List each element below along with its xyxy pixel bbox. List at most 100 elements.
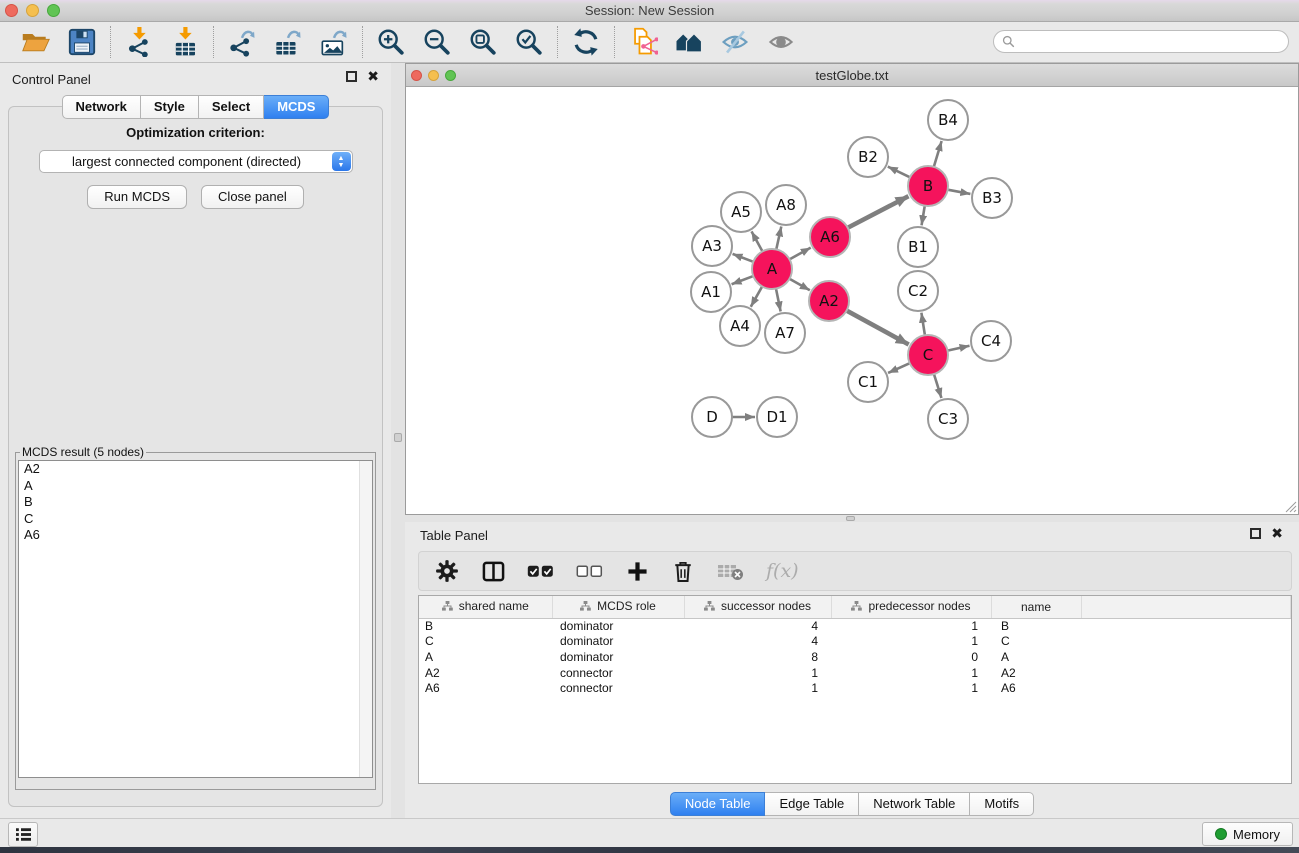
table-row[interactable]: A2connector11A2 — [419, 665, 1291, 681]
home-button[interactable] — [671, 25, 707, 59]
tab-style[interactable]: Style — [141, 95, 199, 119]
save-session-button[interactable] — [64, 25, 100, 59]
edge-A-A2[interactable] — [789, 279, 809, 290]
search-field[interactable] — [993, 30, 1289, 53]
open-session-button[interactable] — [18, 25, 54, 59]
tab-select[interactable]: Select — [199, 95, 264, 119]
result-item[interactable]: A6 — [19, 527, 372, 544]
result-item[interactable]: B — [19, 494, 372, 511]
column-header-filler — [1081, 596, 1291, 618]
memory-button[interactable]: Memory — [1202, 822, 1293, 846]
horizontal-splitter[interactable] — [405, 515, 1299, 522]
list-icon — [15, 827, 32, 842]
titlebar: Session: New Session — [0, 0, 1299, 22]
column-header-name[interactable]: name — [991, 596, 1081, 618]
delete-button[interactable] — [671, 557, 695, 585]
edge-A-A4[interactable] — [751, 286, 762, 306]
columns-icon — [482, 560, 505, 583]
refresh-button[interactable] — [568, 25, 604, 59]
edge-C-C1[interactable] — [888, 363, 910, 373]
home-icon — [674, 27, 704, 57]
resize-grip-icon[interactable] — [1283, 499, 1297, 513]
columns-button[interactable] — [481, 557, 505, 585]
edge-B-B1[interactable] — [922, 206, 925, 226]
hide-panels-button[interactable] — [717, 25, 753, 59]
status-bar: Memory — [0, 818, 1299, 847]
tab-node-table[interactable]: Node Table — [670, 792, 766, 816]
edge-C-C2[interactable] — [921, 313, 925, 336]
result-scrollbar[interactable] — [359, 461, 372, 777]
edge-A2-C[interactable] — [847, 311, 909, 345]
clone-network-button[interactable] — [625, 25, 661, 59]
edge-A-A7[interactable] — [776, 289, 781, 312]
table-row[interactable]: Adominator80A — [419, 649, 1291, 665]
add-button[interactable] — [625, 557, 649, 585]
vertical-splitter[interactable] — [391, 63, 405, 818]
zoom-fit-button[interactable] — [465, 25, 501, 59]
edge-A-A1[interactable] — [732, 276, 754, 284]
tab-edge-table[interactable]: Edge Table — [765, 792, 859, 816]
edge-B-B2[interactable] — [888, 167, 910, 178]
edge-A-A6[interactable] — [790, 248, 811, 260]
edge-B-B4[interactable] — [934, 141, 942, 167]
import-table-button[interactable] — [167, 25, 203, 59]
close-panel-icon[interactable]: ✖ — [367, 71, 379, 82]
column-header-predecessor-nodes[interactable]: predecessor nodes — [831, 596, 991, 618]
result-item[interactable]: C — [19, 511, 372, 528]
edge-A-A3[interactable] — [733, 254, 754, 262]
add-icon — [627, 561, 648, 582]
column-header-successor-nodes[interactable]: successor nodes — [684, 596, 831, 618]
table-float-icon[interactable] — [1250, 528, 1261, 539]
settings-button[interactable] — [435, 557, 459, 585]
zoom-selected-button[interactable] — [511, 25, 547, 59]
criterion-dropdown[interactable]: largest connected component (directed) ▲… — [39, 150, 353, 173]
edge-A-A8[interactable] — [776, 226, 781, 249]
result-item[interactable]: A2 — [19, 461, 372, 478]
node-label-B: B — [923, 177, 933, 195]
node-label-C4: C4 — [981, 332, 1001, 350]
edge-C-C3[interactable] — [934, 374, 941, 398]
zoom-out-button[interactable] — [419, 25, 455, 59]
table-header-row[interactable]: shared nameMCDS rolesuccessor nodesprede… — [419, 596, 1291, 618]
export-table-button[interactable] — [270, 25, 306, 59]
horizontal-splitter-handle[interactable] — [846, 516, 855, 521]
column-header-MCDS-role[interactable]: MCDS role — [552, 596, 684, 618]
run-mcds-button[interactable]: Run MCDS — [87, 185, 187, 209]
select-all-button[interactable] — [527, 557, 554, 585]
close-panel-button[interactable]: Close panel — [201, 185, 304, 209]
function-builder-label: f(x) — [766, 560, 799, 582]
edge-C-C4[interactable] — [948, 346, 970, 351]
tab-mcds[interactable]: MCDS — [264, 95, 329, 119]
save-session-icon — [67, 27, 97, 57]
task-history-button[interactable] — [8, 822, 38, 847]
vertical-splitter-handle[interactable] — [394, 433, 402, 442]
table-row[interactable]: Cdominator41C — [419, 634, 1291, 650]
edge-A6-B[interactable] — [848, 196, 909, 228]
session-title: Session: New Session — [0, 3, 1299, 18]
deselect-all-button[interactable] — [576, 557, 603, 585]
export-network-button[interactable] — [224, 25, 260, 59]
zoom-in-button[interactable] — [373, 25, 409, 59]
table-close-icon[interactable]: ✖ — [1271, 528, 1283, 539]
network-canvas[interactable]: AA1A2A3A4A5A6A7A8BB1B2B3B4CC1C2C3C4DD1 — [406, 87, 1298, 514]
tab-network-table[interactable]: Network Table — [859, 792, 970, 816]
node-table: shared nameMCDS rolesuccessor nodesprede… — [418, 595, 1292, 784]
search-input[interactable] — [1015, 31, 1288, 52]
edge-A-A5[interactable] — [752, 231, 763, 251]
column-header-shared-name[interactable]: shared name — [419, 596, 552, 618]
show-panels-button[interactable] — [763, 25, 799, 59]
export-image-button[interactable] — [316, 25, 352, 59]
network-window-titlebar[interactable]: testGlobe.txt — [406, 64, 1298, 87]
float-panel-icon[interactable] — [346, 71, 357, 82]
node-label-A8: A8 — [776, 196, 796, 214]
import-network-button[interactable] — [121, 25, 157, 59]
result-item[interactable]: A — [19, 478, 372, 495]
table-row[interactable]: A6connector11A6 — [419, 680, 1291, 696]
network-graph: AA1A2A3A4A5A6A7A8BB1B2B3B4CC1C2C3C4DD1 — [406, 87, 1298, 514]
table-row[interactable]: Bdominator41B — [419, 618, 1291, 634]
control-panel-title: Control Panel — [12, 72, 91, 87]
tab-motifs[interactable]: Motifs — [970, 792, 1034, 816]
node-label-D1: D1 — [766, 408, 787, 426]
tab-network[interactable]: Network — [62, 95, 141, 119]
edge-B-B3[interactable] — [948, 190, 971, 194]
